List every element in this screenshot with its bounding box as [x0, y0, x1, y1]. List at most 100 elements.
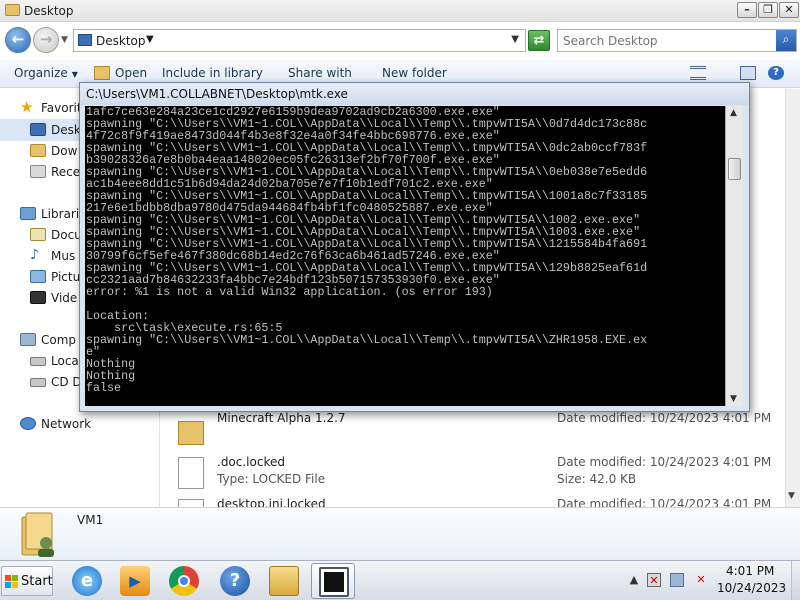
file-explorer-icon — [269, 566, 299, 596]
console-line: false — [86, 381, 122, 395]
taskbar-help[interactable]: ? — [213, 563, 257, 599]
preview-pane-icon[interactable] — [740, 66, 756, 80]
console-body[interactable]: 1afc7ce63e284a23ce1cd2927e6159b9dea9702a… — [85, 106, 743, 406]
taskbar: Start e ▶ ? ▲ ✕ ✕ 4:01 PM 10/24/2023 — [0, 560, 800, 600]
console-line: e" — [86, 345, 101, 359]
organize-menu[interactable]: Organize ▼ — [14, 66, 78, 80]
file-size: Size: 42.0 KB — [557, 472, 637, 486]
taskbar-internet-explorer[interactable]: e — [65, 563, 109, 599]
console-window: C:\Users\VM1.COLLABNET\Desktop\mtk.exe 1… — [79, 82, 750, 412]
search-input[interactable] — [558, 30, 776, 51]
chrome-icon — [169, 566, 199, 596]
maximize-button[interactable]: ❐ — [758, 2, 778, 18]
navigation-bar: ← → ▼ Desktop ▼ ▼ ⇄ ⌕ — [0, 24, 800, 58]
console-scrollbar[interactable]: ▲ ▼ — [725, 106, 743, 406]
nav-network[interactable]: Network — [0, 413, 158, 435]
taskbar-file-explorer[interactable] — [262, 563, 306, 599]
scroll-down-icon[interactable]: ▼ — [730, 394, 737, 404]
cd-drive-icon — [30, 378, 46, 387]
show-desktop-button[interactable] — [791, 561, 800, 600]
taskbar-chrome[interactable] — [162, 563, 206, 599]
new-folder-button[interactable]: New folder — [382, 66, 447, 80]
search-box[interactable]: ⌕ — [557, 29, 797, 52]
open-button[interactable]: Open — [115, 66, 147, 80]
address-history-dropdown[interactable]: ▼ — [511, 34, 519, 45]
desktop-icon — [78, 34, 92, 46]
minimize-button[interactable]: – — [737, 2, 757, 18]
forward-button[interactable]: → — [33, 27, 59, 53]
scroll-thumb[interactable] — [728, 158, 741, 180]
scroll-down-icon[interactable]: ▼ — [788, 491, 795, 501]
folder-icon — [94, 66, 110, 80]
file-icon — [178, 457, 204, 489]
share-with-menu[interactable]: Share with — [288, 66, 352, 80]
details-pane: VM1 — [0, 507, 800, 560]
taskbar-console[interactable] — [311, 563, 355, 599]
console-app-icon — [319, 567, 349, 597]
clock-time[interactable]: 4:01 PM — [726, 564, 774, 578]
recent-places-icon — [30, 165, 46, 178]
music-icon: ♪ — [30, 247, 39, 263]
file-type: Type: LOCKED File — [217, 472, 326, 486]
console-title: C:\Users\VM1.COLLABNET\Desktop\mtk.exe — [86, 87, 348, 101]
address-bar[interactable]: Desktop ▼ ▼ — [73, 29, 526, 52]
videos-icon — [30, 291, 46, 304]
address-crumb[interactable]: Desktop — [96, 34, 146, 48]
help-icon[interactable]: ? — [768, 66, 784, 80]
console-line: spawning "C:\\Users\\VM1~1.COL\\AppData\… — [86, 333, 648, 347]
nav-label: Mus — [51, 249, 76, 263]
explorer-titlebar[interactable]: Desktop – ❐ ✕ — [0, 0, 800, 22]
recent-pages-dropdown[interactable]: ▼ — [61, 35, 68, 45]
console-output: 1afc7ce63e284a23ce1cd2927e6159b9dea9702a… — [85, 106, 725, 406]
file-name: Minecraft Alpha 1.2.7 — [217, 411, 346, 425]
nav-label: Desk — [51, 123, 81, 137]
nav-label: Network — [41, 417, 92, 431]
downloads-folder-icon — [30, 144, 46, 157]
search-icon[interactable]: ⌕ — [776, 30, 796, 51]
nav-label: Loca — [51, 354, 79, 368]
start-button[interactable]: Start — [1, 566, 53, 596]
volume-muted-icon[interactable]: ✕ — [694, 573, 708, 587]
view-options-icon[interactable] — [690, 66, 706, 80]
file-list-scrollbar[interactable]: ▼ — [785, 89, 800, 507]
nav-label: Pictu — [51, 270, 81, 284]
pictures-icon — [30, 270, 46, 283]
nav-label: Dow — [51, 144, 78, 158]
hard-drive-icon — [30, 357, 46, 366]
organize-label: Organize — [14, 66, 68, 80]
folder-icon — [5, 4, 20, 16]
clock-date[interactable]: 10/24/2023 — [717, 581, 786, 595]
include-in-library-menu[interactable]: Include in library — [162, 66, 263, 80]
documents-icon — [30, 228, 46, 241]
refresh-button[interactable]: ⇄ — [528, 30, 550, 51]
network-icon[interactable] — [670, 573, 684, 587]
scroll-up-icon[interactable]: ▲ — [730, 108, 737, 118]
back-button[interactable]: ← — [5, 27, 31, 53]
taskbar-media-player[interactable]: ▶ — [113, 563, 157, 599]
show-hidden-icons-icon[interactable]: ▲ — [627, 573, 641, 587]
details-item-name: VM1 — [77, 513, 104, 527]
star-icon: ★ — [20, 98, 34, 116]
network-icon — [20, 417, 36, 430]
computer-icon — [20, 333, 36, 346]
window-title: Desktop — [24, 4, 74, 18]
console-line: Nothing — [86, 357, 136, 371]
list-item[interactable]: Minecraft Alpha 1.2.7 Date modified: 10/… — [160, 407, 785, 451]
file-date: Date modified: 10/24/2023 4:01 PM — [557, 455, 772, 469]
start-label: Start — [21, 574, 53, 589]
close-button[interactable]: ✕ — [779, 2, 799, 18]
list-item[interactable]: .doc.locked Type: LOCKED File Date modif… — [160, 451, 785, 495]
libraries-icon — [20, 207, 36, 220]
action-center-icon[interactable]: ✕ — [647, 573, 661, 587]
console-titlebar[interactable]: C:\Users\VM1.COLLABNET\Desktop\mtk.exe — [80, 83, 749, 105]
media-player-icon: ▶ — [120, 566, 150, 596]
help-icon: ? — [220, 566, 250, 596]
chevron-down-icon[interactable]: ▼ — [146, 34, 154, 45]
file-date: Date modified: 10/24/2023 4:01 PM — [557, 411, 772, 425]
folder-icon — [178, 421, 204, 445]
nav-label: CD D — [51, 375, 82, 389]
nav-label: Vide — [51, 291, 78, 305]
user-folder-icon — [21, 512, 54, 557]
nav-label: Favorit — [41, 101, 82, 115]
